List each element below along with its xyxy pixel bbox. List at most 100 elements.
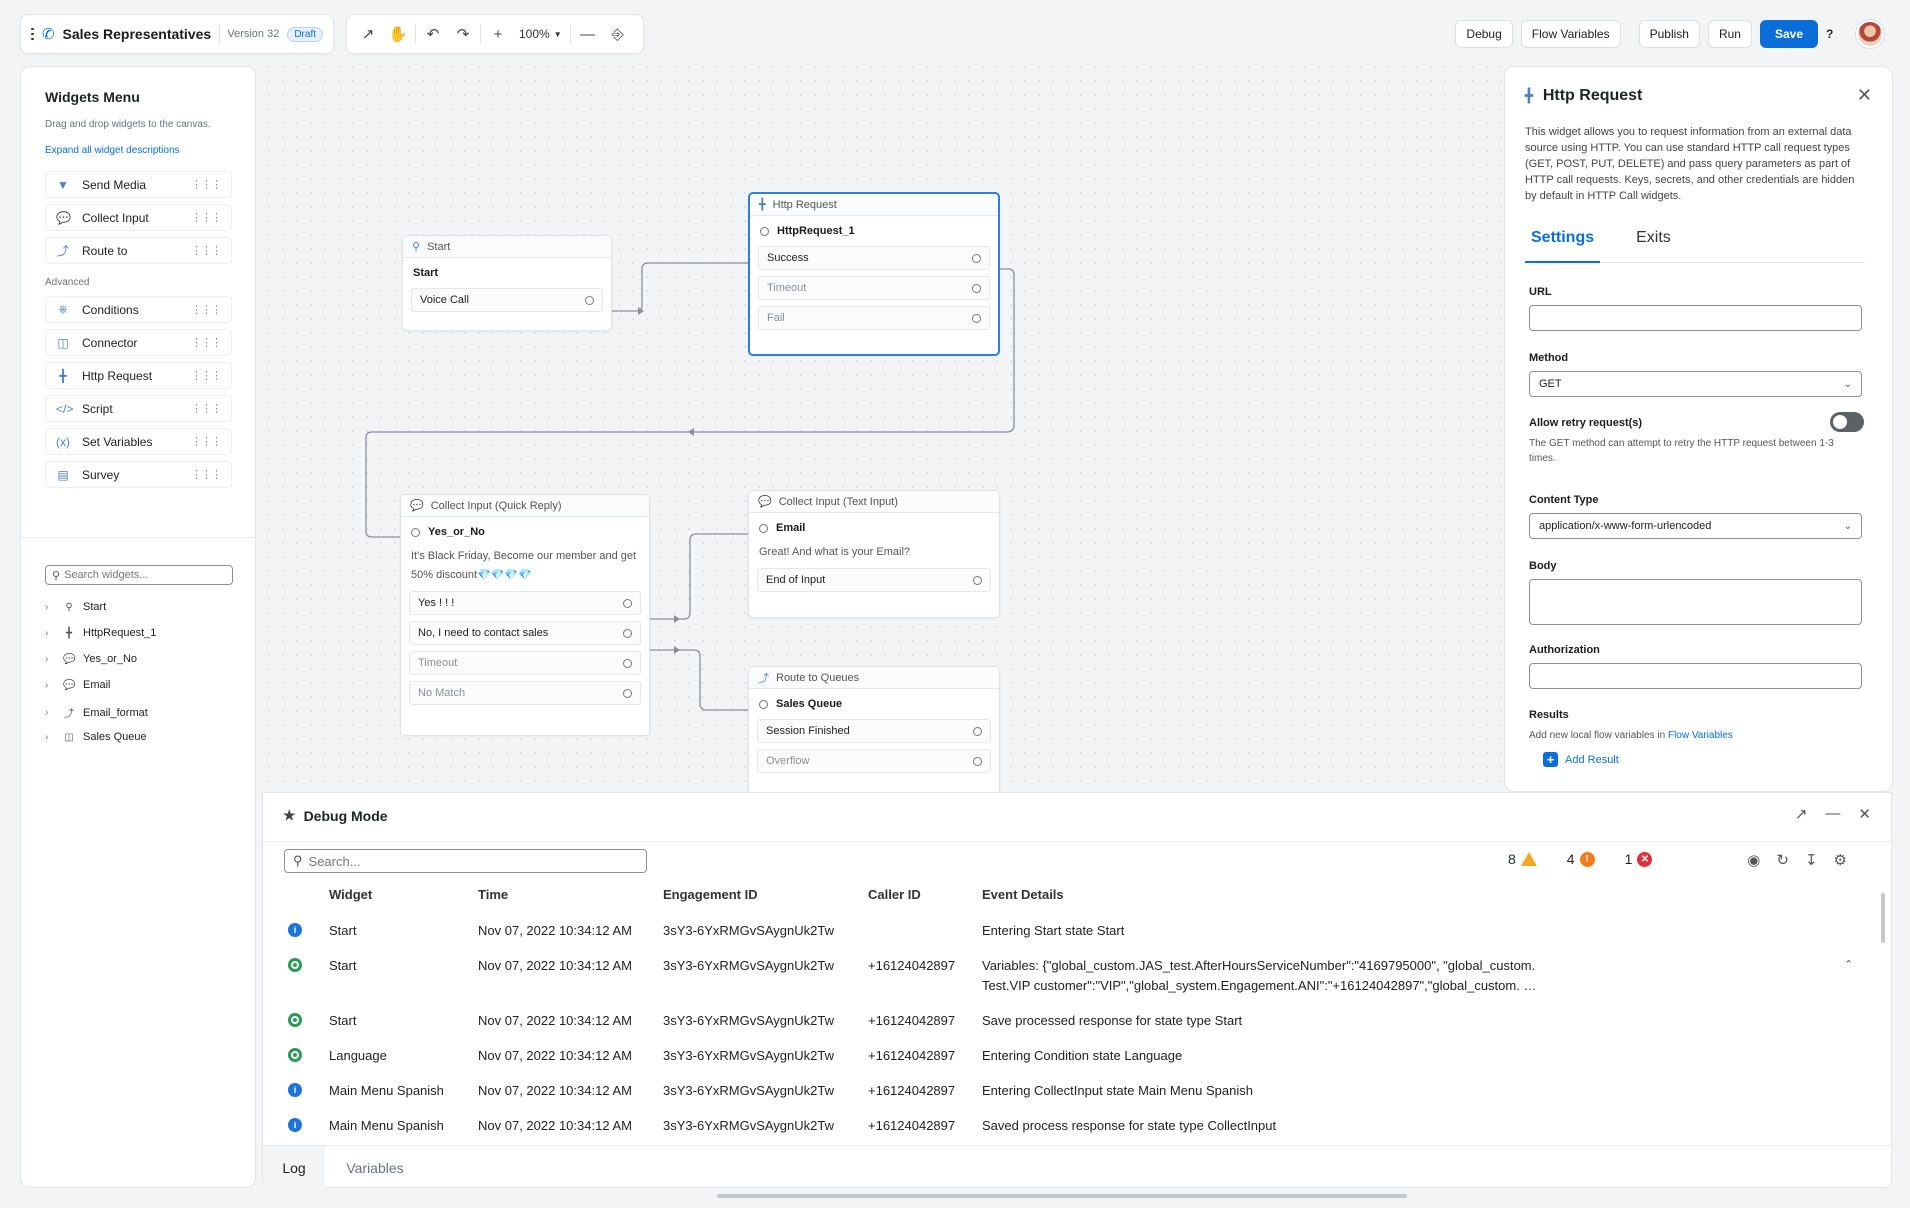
method-select[interactable]: GET ⌄ [1529,371,1862,397]
retry-toggle[interactable] [1830,412,1864,432]
zoom-out-icon[interactable]: — [575,21,601,47]
connection-port[interactable] [623,598,632,608]
add-result-button[interactable]: + Add Result [1543,752,1619,767]
tab-exits[interactable]: Exits [1630,229,1677,263]
tree-item-start[interactable]: › ⚲ Start [45,601,106,613]
content-type-select[interactable]: application/x-www-form-urlencoded ⌄ [1529,513,1862,539]
authorization-field[interactable] [1529,663,1862,689]
lock-icon[interactable]: ⎆ [605,21,631,47]
widget-route-to[interactable]: ⤴ Route to ⋮⋮⋮ [45,237,232,264]
publish-button[interactable]: Publish [1638,20,1700,48]
node-exit[interactable]: Voice Call [411,288,603,312]
zoom-in-icon[interactable]: + [485,21,511,47]
connection-port[interactable] [585,295,594,305]
minimize-icon[interactable]: — [1825,805,1840,823]
widget-conditions[interactable]: ⎈ Conditions ⋮⋮⋮ [45,296,232,323]
tree-item-yes-or-no[interactable]: › 💬 Yes_or_No [45,653,137,665]
tree-item-httprequest[interactable]: › ╋ HttpRequest_1 [45,627,156,639]
node-http-request[interactable]: ╋ Http Request HttpRequest_1 Success Tim… [748,192,1000,356]
widget-search[interactable]: ⚲ [45,565,233,585]
pointer-icon[interactable]: ↗ [355,21,381,47]
widget-connector[interactable]: ◫ Connector ⋮⋮⋮ [45,329,232,356]
vertical-scrollbar[interactable] [1881,893,1885,943]
body-field[interactable] [1529,579,1862,625]
node-exit[interactable]: Session Finished [757,719,991,743]
tree-item-sales-queue[interactable]: › ◫ Sales Queue [45,731,147,743]
avatar[interactable] [1856,20,1884,48]
tab-log[interactable]: Log [263,1146,325,1189]
widget-http-request[interactable]: ╋ Http Request ⋮⋮⋮ [45,362,232,389]
zoom-select[interactable]: 100% ▼ [515,27,566,41]
connection-port[interactable] [973,726,982,736]
widget-survey[interactable]: ▤ Survey ⋮⋮⋮ [45,461,232,488]
chevron-right-icon[interactable]: › [45,602,55,613]
chevron-right-icon[interactable]: › [45,628,55,639]
input-port[interactable] [760,226,769,236]
hand-icon[interactable]: ✋ [385,21,411,47]
pop-out-icon[interactable]: ↗ [1795,805,1808,823]
redo-icon[interactable]: ↷ [450,21,476,47]
column-header-time[interactable]: Time [478,887,508,902]
node-exit[interactable]: Timeout [409,651,641,675]
download-icon[interactable]: ↧ [1805,851,1818,869]
flow-canvas[interactable]: ⚲ Start Start Voice Call ╋ Http Request … [262,60,1502,792]
drag-handle-icon[interactable]: ⋮⋮⋮ [191,402,222,415]
undo-icon[interactable]: ↶ [420,21,446,47]
connection-port[interactable] [972,313,981,323]
connection-port[interactable] [973,575,982,585]
node-exit[interactable]: Fail [758,306,990,330]
drag-handle-icon[interactable]: ⋮⋮⋮ [191,435,222,448]
node-exit[interactable]: No Match [409,681,641,705]
gear-icon[interactable]: ⚙ [1834,851,1847,869]
widget-set-variables[interactable]: (x) Set Variables ⋮⋮⋮ [45,428,232,455]
drag-handle-icon[interactable]: ⋮⋮⋮ [191,468,222,481]
node-exit[interactable]: Success [758,246,990,270]
column-header-caller[interactable]: Caller ID [868,887,921,902]
tree-item-email-format[interactable]: › ⤴ Email_format [45,705,148,721]
eye-icon[interactable]: ◉ [1747,851,1760,869]
debug-button[interactable]: Debug [1455,20,1513,48]
chevron-up-icon[interactable]: ⌃ [1844,958,1853,971]
node-exit[interactable]: Yes ! ! ! [409,591,641,615]
run-button[interactable]: Run [1707,20,1752,48]
warning-count[interactable]: 8 [1508,851,1537,867]
tree-item-email[interactable]: › 💬 Email [45,679,111,691]
chevron-right-icon[interactable]: › [45,707,55,718]
url-field[interactable] [1529,305,1862,331]
widget-script[interactable]: </> Script ⋮⋮⋮ [45,395,232,422]
error-count[interactable]: 4! [1567,851,1595,867]
horizontal-scrollbar[interactable] [717,1194,1407,1198]
flow-variables-button[interactable]: Flow Variables [1520,20,1621,48]
connection-port[interactable] [972,283,981,293]
input-port[interactable] [759,699,768,709]
node-exit[interactable]: Overflow [757,749,991,773]
debug-search[interactable]: ⚲ [284,849,647,873]
node-start[interactable]: ⚲ Start Start Voice Call [402,235,612,331]
chevron-right-icon[interactable]: › [45,680,55,691]
drag-handle-icon[interactable]: ⋮⋮⋮ [191,303,222,316]
refresh-icon[interactable]: ↻ [1776,851,1789,869]
widget-collect-input[interactable]: 💬 Collect Input ⋮⋮⋮ [45,204,232,231]
chevron-right-icon[interactable]: › [45,654,55,665]
column-header-widget[interactable]: Widget [329,887,372,902]
column-header-engagement[interactable]: Engagement ID [663,887,758,902]
widget-send-media[interactable]: ▼ Send Media ⋮⋮⋮ [45,171,232,198]
node-route-to-queues[interactable]: ⤴ Route to Queues Sales Queue Session Fi… [748,666,1000,792]
flow-variables-link[interactable]: Flow Variables [1668,730,1733,741]
input-port[interactable] [759,523,768,533]
tab-variables[interactable]: Variables [325,1146,425,1189]
widget-search-input[interactable] [64,569,215,581]
connection-port[interactable] [973,756,982,766]
drag-handle-icon[interactable]: ⋮⋮⋮ [191,369,222,382]
debug-search-input[interactable] [308,853,629,869]
node-text-input[interactable]: 💬 Collect Input (Text Input) Email Great… [748,490,1000,618]
drag-handle-icon[interactable]: ⋮⋮⋮ [191,244,222,257]
column-header-details[interactable]: Event Details [982,887,1064,902]
connection-port[interactable] [972,253,981,263]
hamburger-menu-icon[interactable] [31,25,34,43]
expand-descriptions-link[interactable]: Expand all widget descriptions [45,145,180,156]
drag-handle-icon[interactable]: ⋮⋮⋮ [191,336,222,349]
close-icon[interactable]: ✕ [1858,805,1871,823]
node-exit[interactable]: Timeout [758,276,990,300]
save-button[interactable]: Save [1759,20,1818,48]
